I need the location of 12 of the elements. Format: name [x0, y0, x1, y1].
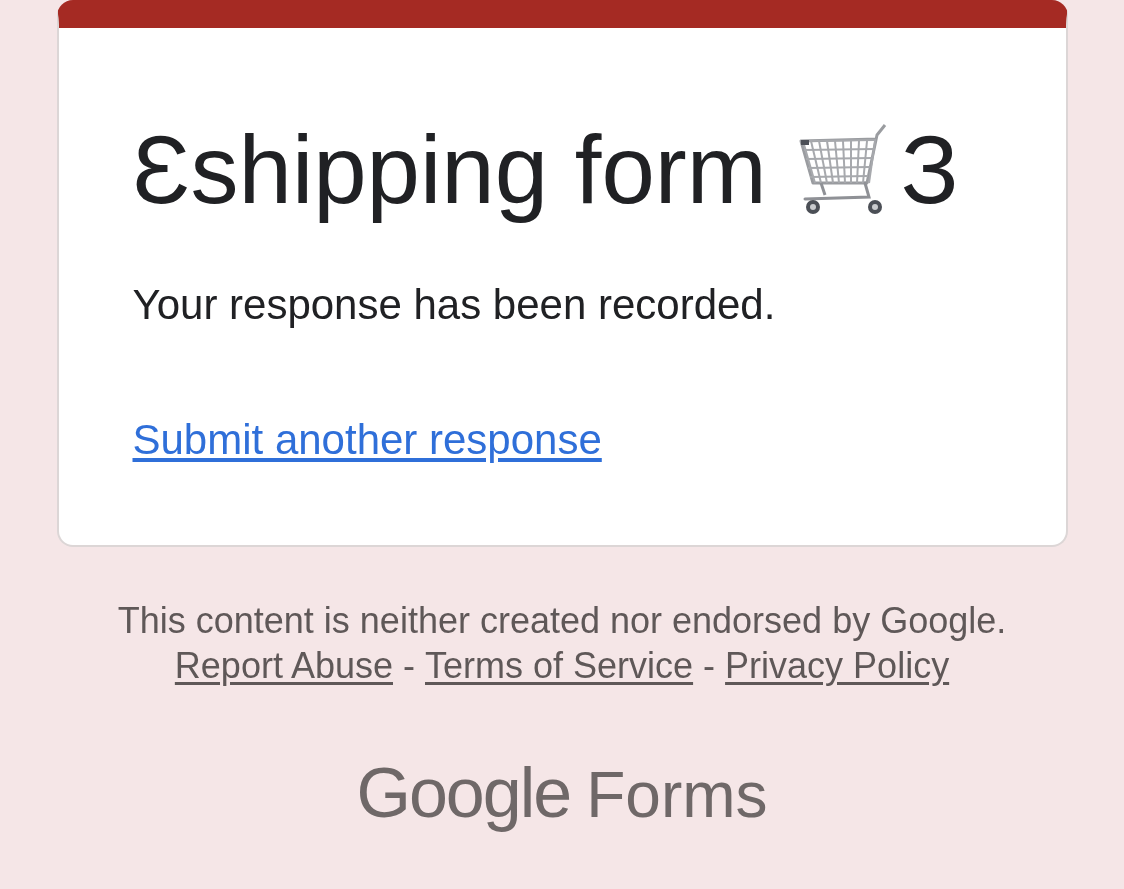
product-name: Forms	[586, 758, 768, 833]
footer-link[interactable]: Terms of Service	[425, 643, 694, 689]
form-title: Ɛshipping form	[132, 115, 767, 225]
footer-link[interactable]: Report Abuse	[174, 643, 393, 689]
footer-link[interactable]: Privacy Policy	[725, 643, 950, 689]
title-bracket: З	[900, 115, 959, 225]
link-separator: -	[403, 644, 415, 688]
brand-logo-text: Google	[356, 753, 571, 833]
link-separator: -	[703, 644, 716, 688]
submit-another-link[interactable]: Submit another response	[132, 415, 602, 465]
disclaimer-text: This content is neither created nor endorsed by Google.	[117, 599, 1007, 643]
confirmation-message: Your response has been recorded.	[132, 280, 776, 330]
